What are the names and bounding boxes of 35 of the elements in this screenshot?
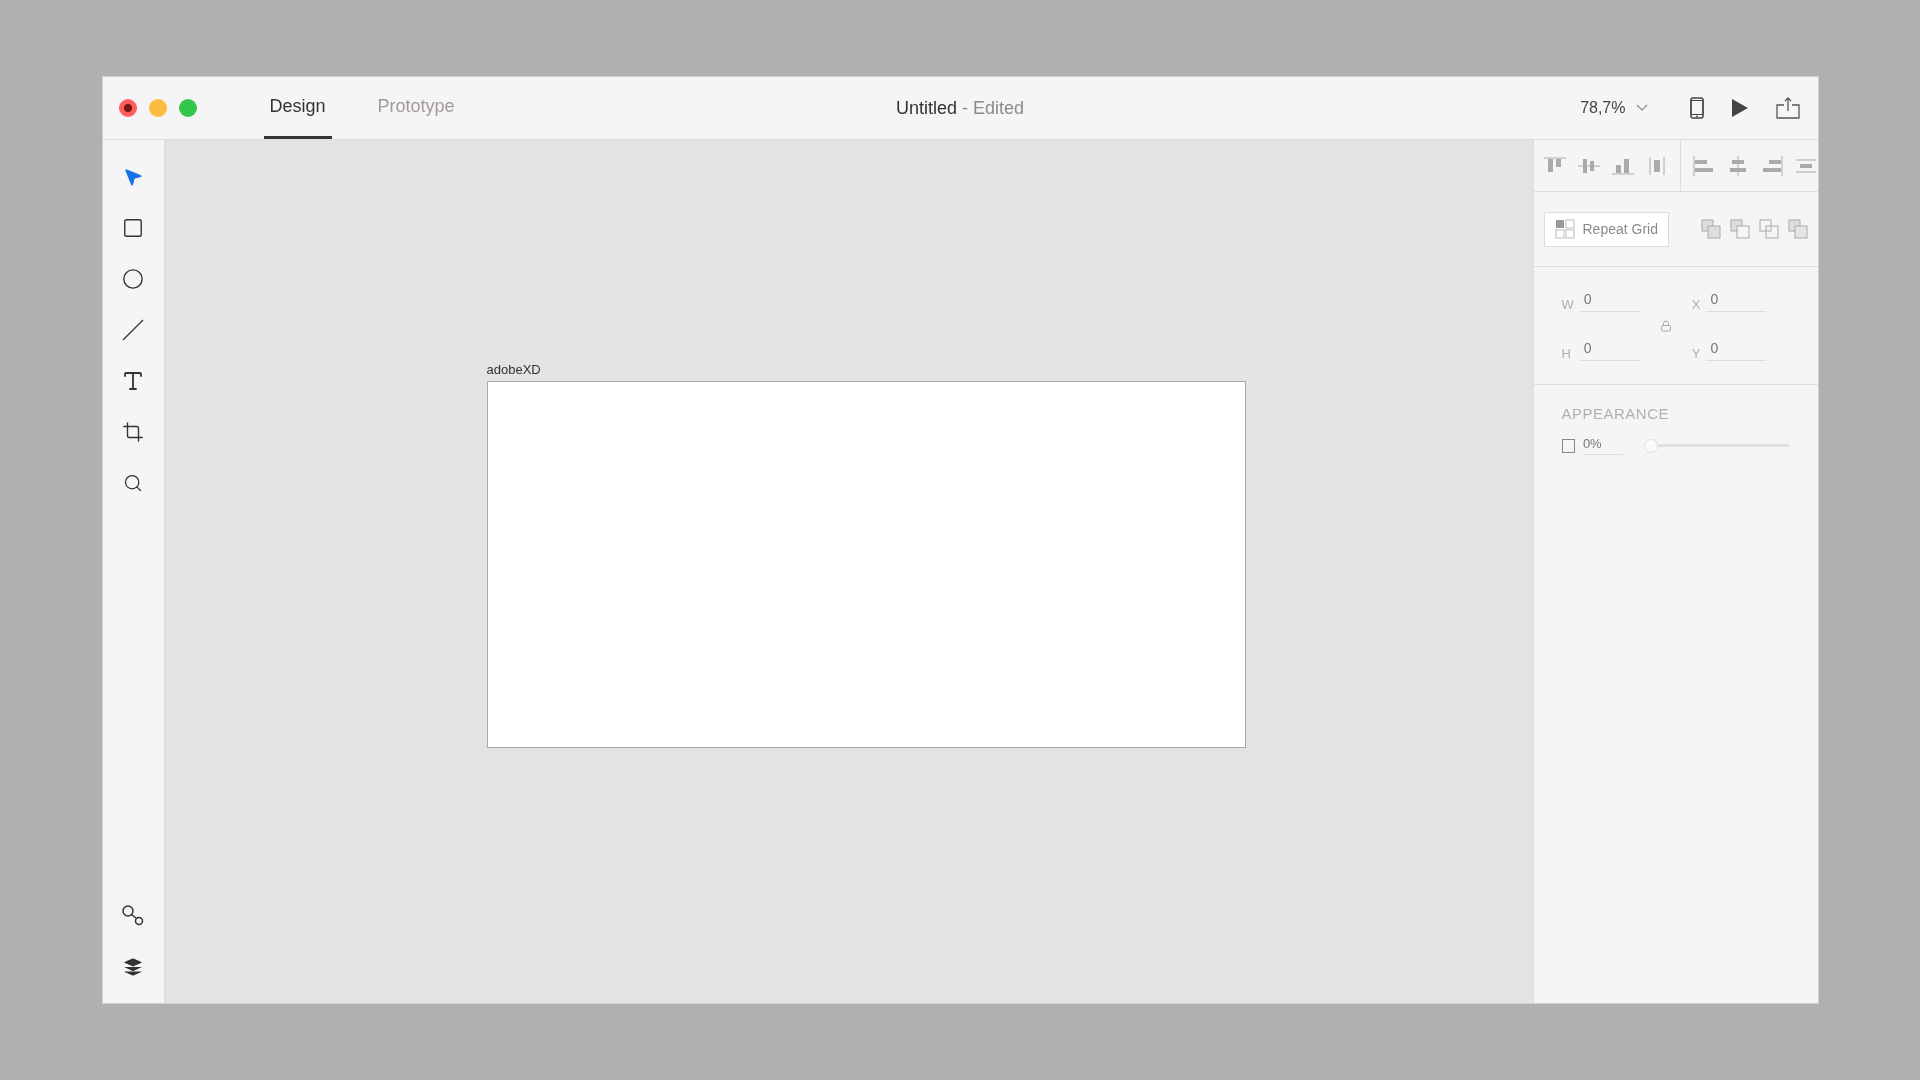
repeat-grid-button[interactable]: Repeat Grid: [1543, 211, 1669, 247]
zoom-level[interactable]: 78,7%: [1580, 99, 1626, 117]
edited-status: - Edited: [962, 97, 1025, 119]
link-nodes-icon[interactable]: [121, 904, 145, 928]
play-icon[interactable]: [1731, 99, 1748, 117]
dimension-field[interactable]: 0: [1579, 339, 1640, 361]
union-icon[interactable]: [1700, 219, 1721, 239]
intersect-icon[interactable]: [1758, 219, 1779, 239]
window-title: Untitled: [895, 97, 957, 119]
slider-thumb[interactable]: [1643, 438, 1658, 453]
artboard-name: adobeXD: [486, 362, 542, 377]
align-left-icon[interactable]: [1692, 155, 1715, 176]
field-label: X: [1691, 296, 1701, 312]
field-label: Y: [1691, 345, 1701, 361]
dimension-field[interactable]: 0: [1579, 290, 1640, 312]
mode-tab[interactable]: Prototype: [371, 77, 461, 139]
align-right-icon[interactable]: [1760, 155, 1783, 176]
phone-icon[interactable]: [1689, 97, 1704, 119]
dimension-field[interactable]: 0: [1706, 339, 1767, 361]
chevron-down-icon[interactable]: [1635, 104, 1648, 112]
field-label: H: [1561, 345, 1572, 361]
close-button[interactable]: [118, 99, 137, 117]
opacity-checkbox[interactable]: [1561, 438, 1575, 453]
subtract-icon[interactable]: [1729, 219, 1750, 239]
maximize-button[interactable]: [178, 99, 197, 117]
dimension-field[interactable]: 0: [1706, 290, 1767, 312]
lock-icon[interactable]: [1659, 319, 1672, 332]
grid-icon: [1554, 219, 1575, 239]
opacity-field[interactable]: 0%: [1582, 436, 1623, 455]
field-label: W: [1561, 296, 1574, 312]
share-icon[interactable]: [1775, 97, 1800, 119]
exclude-icon[interactable]: [1787, 219, 1808, 239]
section-heading: APPEARANCE: [1561, 405, 1671, 422]
minimize-button[interactable]: [148, 99, 167, 117]
layers-icon[interactable]: [122, 956, 144, 978]
